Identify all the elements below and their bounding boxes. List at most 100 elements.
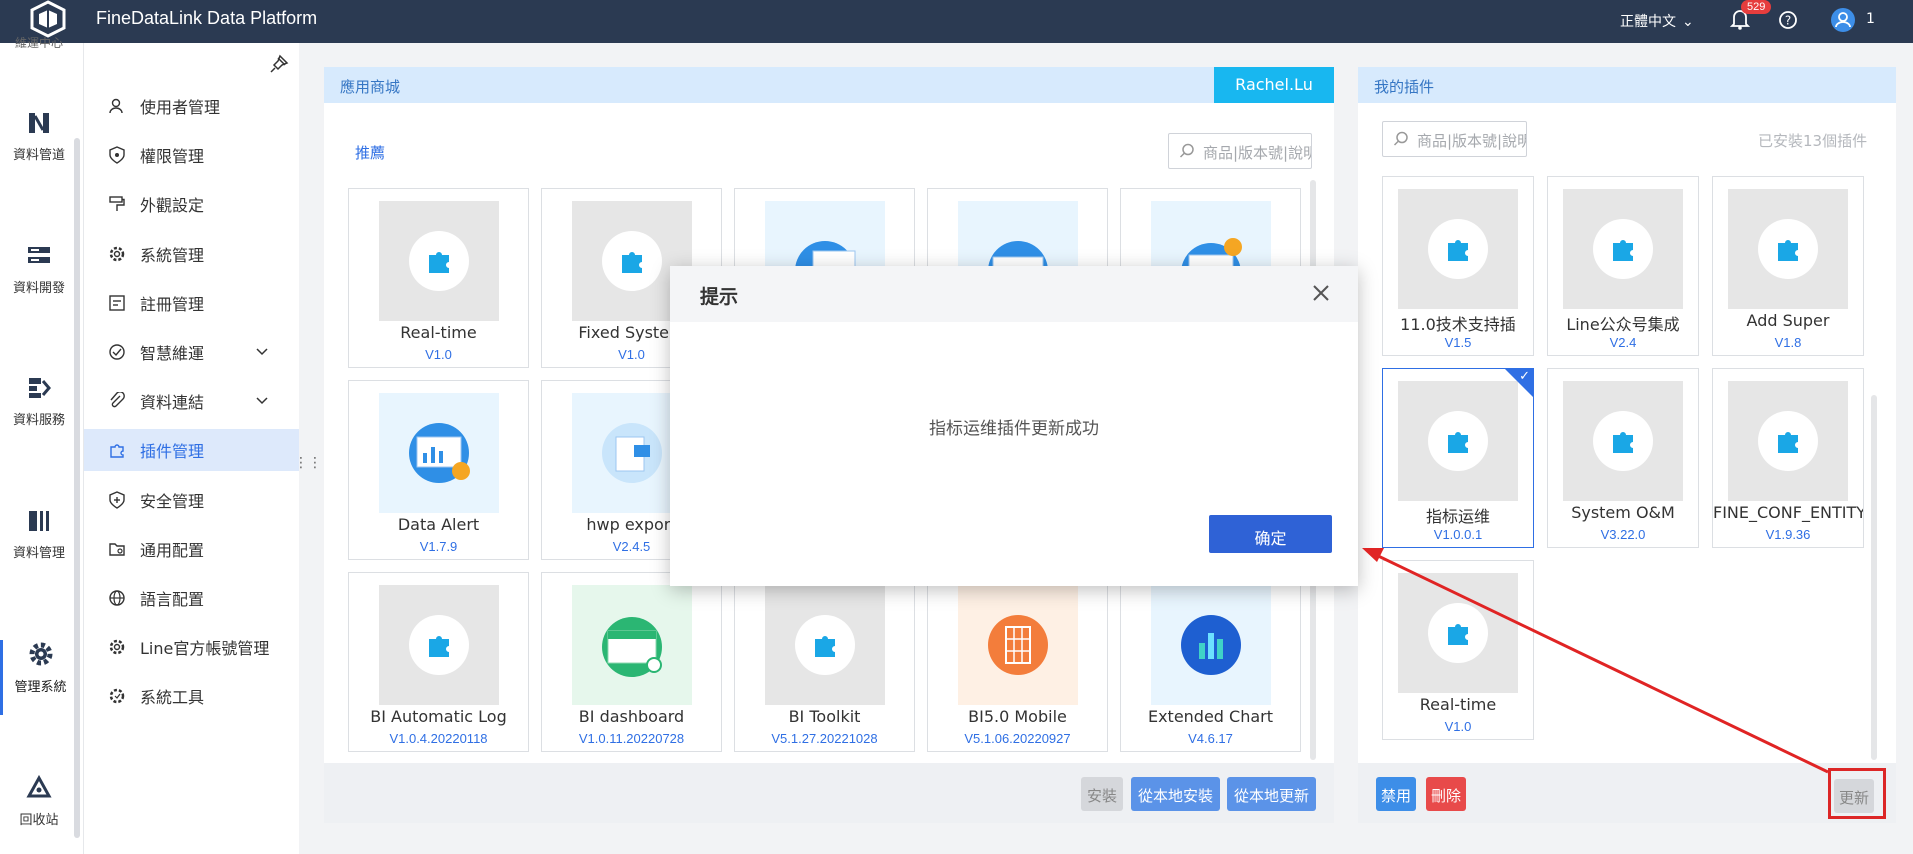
app-title: FineDataLink Data Platform — [96, 8, 318, 28]
sidebar-item-language[interactable]: 語言配置 — [84, 577, 299, 619]
chart-bars-illustration-icon — [1181, 615, 1241, 675]
shield-plus-icon — [109, 491, 125, 509]
update-from-local-button[interactable]: 從本地更新 — [1227, 777, 1316, 811]
delete-button[interactable]: 刪除 — [1426, 777, 1466, 811]
service-icon — [29, 378, 51, 398]
notification-badge: 529 — [1741, 0, 1772, 14]
svg-text:?: ? — [1785, 14, 1791, 28]
paperclip-icon — [110, 392, 125, 408]
plugin-version: V5.1.06.20220927 — [964, 731, 1071, 746]
sidebar-item-label: 插件管理 — [140, 442, 205, 461]
store-search-input[interactable]: 商品|版本號|說明 — [1168, 133, 1312, 169]
pin-icon[interactable] — [269, 54, 289, 74]
help-icon[interactable]: ? — [1778, 10, 1798, 30]
plugin-thumbnail — [1728, 189, 1848, 309]
language-selector[interactable]: 正體中文 ⌄ — [1620, 11, 1694, 31]
search-icon — [1393, 131, 1408, 146]
plugin-card[interactable]: BI dashboard V1.0.11.20220728 — [541, 572, 722, 752]
sidebar-item-general-config[interactable]: 通用配置 — [84, 528, 299, 570]
disable-button[interactable]: 禁用 — [1376, 777, 1416, 811]
plugin-card[interactable]: Data Alert V1.7.9 — [348, 380, 529, 560]
sidebar-item-label: 權限管理 — [140, 147, 205, 166]
sidebar-item-label: 安全管理 — [140, 492, 205, 511]
plugin-card[interactable]: BI Automatic Log V1.0.4.20220118 — [348, 572, 529, 752]
installed-plugin-card[interactable]: Add Super V1.8 — [1712, 176, 1864, 356]
sidebar-item-security[interactable]: 安全管理 — [84, 479, 299, 521]
sidebar-item-system[interactable]: 系統管理 — [84, 233, 299, 275]
confirm-button[interactable]: 确定 — [1209, 515, 1332, 553]
rail-item-ops-center[interactable]: 維運中心 — [0, 28, 78, 48]
plugin-thumbnail — [1398, 381, 1518, 501]
plugin-card[interactable]: BI5.0 Mobile V5.1.06.20220927 — [927, 572, 1108, 752]
plugin-name: 指标运维 — [1425, 507, 1490, 526]
plugin-version: V1.9.36 — [1765, 527, 1811, 542]
installed-plugin-card[interactable]: Line公众号集成 V2.4 — [1547, 176, 1699, 356]
store-search-placeholder: 商品|版本號|說明 — [1203, 144, 1312, 162]
rail-item-recycle-bin[interactable]: 回收站 — [0, 775, 78, 828]
rail-item-data-pipeline[interactable]: 資料管道 — [0, 110, 78, 163]
plugin-version: V1.0.0.1 — [1433, 527, 1483, 542]
sidebar-item-user-management[interactable]: 使用者管理 — [84, 85, 299, 127]
plugin-card[interactable]: Real-time V1.0 — [348, 188, 529, 368]
sidebar-item-smart-ops[interactable]: 智慧維運 — [84, 331, 299, 373]
app-store-title: 應用商城 — [340, 78, 401, 96]
installed-plugin-card[interactable]: System O&M V3.22.0 — [1547, 368, 1699, 548]
plugin-version: V2.4 — [1609, 335, 1637, 350]
sidebar-item-registration[interactable]: 註冊管理 — [84, 282, 299, 324]
plugin-name: BI Automatic Log — [370, 707, 507, 726]
rail-item-data-management[interactable]: 資料管理 — [0, 508, 78, 561]
plugin-name: BI dashboard — [578, 707, 685, 726]
plugin-thumbnail — [572, 585, 692, 705]
plugin-card[interactable]: Extended Chart V4.6.17 — [1120, 572, 1301, 752]
sidebar-item-label: 系統管理 — [140, 246, 205, 265]
my-plugins-search-input[interactable]: 商品|版本號|說明 — [1382, 121, 1527, 157]
tools-icon — [109, 688, 125, 704]
plugin-version: V4.6.17 — [1188, 731, 1233, 746]
module-rail — [0, 43, 84, 854]
plugin-thumbnail — [765, 585, 885, 705]
sidebar-item-label: Line官方帳號管理 — [140, 639, 270, 658]
sidebar-item-permission[interactable]: 權限管理 — [84, 134, 299, 176]
sidebar-item-system-tools[interactable]: 系統工具 — [84, 675, 299, 717]
user-chip[interactable]: Rachel.Lu — [1214, 67, 1334, 103]
plugin-name: Line公众号集成 — [1566, 315, 1680, 334]
install-from-local-button[interactable]: 從本地安裝 — [1131, 777, 1220, 811]
gear-icon — [109, 639, 125, 655]
dialog-message: 指标运维插件更新成功 — [929, 419, 1099, 439]
plugin-version: V1.0.11.20220728 — [578, 731, 685, 746]
rail-item-data-service[interactable]: 資料服務 — [0, 375, 78, 428]
sidebar-item-line-account[interactable]: Line官方帳號管理 — [84, 626, 299, 668]
server-icon — [28, 247, 50, 263]
plugin-card[interactable]: BI Toolkit V5.1.27.20221028 — [734, 572, 915, 752]
installed-plugin-card[interactable]: 11.0技术支持插 V1.5 — [1382, 176, 1534, 356]
sidebar-item-label: 系統工具 — [140, 688, 205, 707]
plugin-name: Extended Chart — [1147, 707, 1274, 726]
installed-plugin-card[interactable]: FINE_CONF_ENTITY V1.9.36 — [1712, 368, 1864, 548]
rail-item-label: 資料服務 — [12, 413, 65, 428]
checkmark-icon: ✓ — [1519, 369, 1530, 384]
my-plugins-scrollbar[interactable] — [1871, 395, 1877, 760]
rail-item-data-dev[interactable]: 資料開發 — [0, 243, 78, 296]
user-avatar-icon[interactable] — [1830, 7, 1856, 33]
sidebar-item-plugin-management[interactable]: 插件管理 — [84, 429, 299, 471]
my-plugins-search-placeholder: 商品|版本號|說明 — [1417, 132, 1527, 150]
alert-illustration-icon — [409, 423, 470, 483]
plugin-thumbnail — [1398, 189, 1518, 309]
plugin-version: V1.8 — [1774, 335, 1802, 350]
dialog-title: 提示 — [700, 286, 739, 308]
sidebar-item-data-connection[interactable]: 資料連結 — [84, 380, 299, 422]
sidebar-item-appearance[interactable]: 外觀設定 — [84, 183, 299, 225]
sidebar-resize-handle[interactable]: ⋮⋮ — [294, 455, 322, 471]
installed-plugin-card-selected[interactable]: ✓ 指标运维 V1.0.0.1 — [1382, 368, 1534, 548]
install-button[interactable]: 安裝 — [1081, 777, 1123, 811]
plugin-thumbnail — [1151, 585, 1271, 705]
installed-plugin-card[interactable]: Real-time V1.0 — [1382, 560, 1534, 740]
recommended-tab[interactable]: 推薦 — [355, 142, 385, 163]
my-plugins-header: 我的插件 — [1358, 67, 1896, 103]
close-icon[interactable] — [1308, 280, 1334, 306]
notice-dialog: 提示 指标运维插件更新成功 确定 — [670, 266, 1358, 586]
plugin-version: V5.1.27.20221028 — [771, 731, 878, 746]
puzzle-icon — [1613, 432, 1633, 453]
puzzle-icon — [429, 636, 449, 657]
rail-item-management-system[interactable]: 管理系統 — [0, 640, 78, 715]
